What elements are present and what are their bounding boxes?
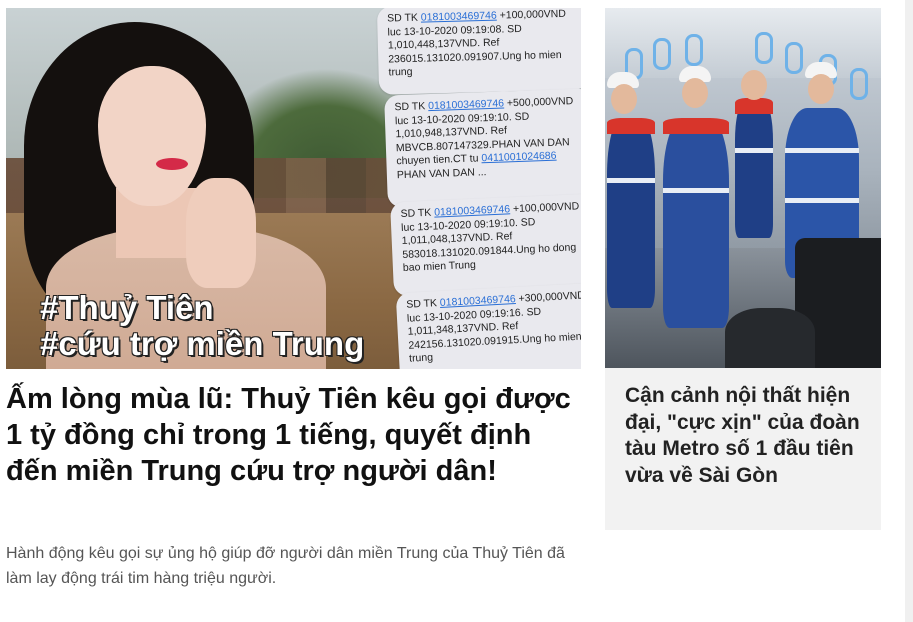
sms-message: SD TK 0181003469746 +100,000VND luc 13-1… [376, 8, 581, 95]
person-head [682, 78, 708, 108]
main-article-description: Hành động kêu gọi sự ủng hộ giúp đỡ ngườ… [6, 545, 565, 587]
vest-shoulder [663, 118, 729, 134]
vest-stripe [663, 188, 729, 193]
train-ceiling [605, 8, 881, 78]
person-head [808, 74, 834, 104]
sms-body: PHAN VAN DAN ... [396, 165, 487, 181]
main-article-title[interactable]: Ấm lòng mùa lũ: Thuỷ Tiên kêu gọi được 1… [6, 381, 581, 489]
grab-handle-icon [785, 42, 803, 74]
grab-handle-icon [653, 38, 671, 70]
sms-account: 0181003469746 [427, 97, 505, 113]
vest-stripe [785, 198, 859, 203]
sms-message: SD TK 0181003469746 +100,000VND luc 13-1… [390, 193, 581, 297]
grab-handle-icon [850, 68, 868, 100]
hero-hashtag-name: #Thuỷ Tiên [40, 289, 214, 326]
main-article-card[interactable]: SD TK 0181003469746 +100,000VND luc 13-1… [0, 0, 590, 622]
page-scrollbar[interactable] [905, 0, 913, 622]
person-figure [663, 118, 729, 328]
vest-shoulder [735, 98, 773, 114]
person-figure [607, 118, 655, 308]
person-figure [735, 98, 773, 238]
grab-handle-icon [685, 34, 703, 66]
camera-lens [725, 308, 815, 368]
vest-shoulder [607, 118, 655, 134]
vest-stripe [785, 148, 859, 153]
person-head [611, 84, 637, 114]
sms-prefix: SD TK [387, 11, 421, 25]
sms-message: SD TK 0181003469746 +300,000VND luc 13-1… [395, 282, 581, 369]
main-article-image[interactable]: SD TK 0181003469746 +100,000VND luc 13-1… [6, 8, 581, 369]
hero-person-hand [186, 178, 256, 288]
side-article-title[interactable]: Cận cảnh nội thất hiện đại, "cực xịn" củ… [625, 383, 871, 489]
news-page: SD TK 0181003469746 +100,000VND luc 13-1… [0, 0, 913, 622]
sms-prefix: SD TK [400, 206, 435, 221]
sms-prefix: SD TK [394, 100, 429, 114]
sms-prefix: SD TK [405, 297, 441, 311]
vest-stripe [735, 148, 773, 153]
side-article-image[interactable] [605, 8, 881, 368]
sms-link: 0411001024686 [481, 149, 557, 165]
person-head [741, 70, 767, 100]
hero-hashtag-topic: #cứu trợ miền Trung [40, 325, 365, 362]
hero-person-lips [156, 158, 188, 170]
sms-account: 0181003469746 [420, 9, 497, 24]
sms-message: SD TK 0181003469746 +500,000VND luc 13-1… [384, 88, 581, 208]
vest-stripe [607, 178, 655, 183]
side-article-card[interactable]: Cận cảnh nội thất hiện đại, "cực xịn" củ… [605, 8, 881, 530]
grab-handle-icon [755, 32, 773, 64]
